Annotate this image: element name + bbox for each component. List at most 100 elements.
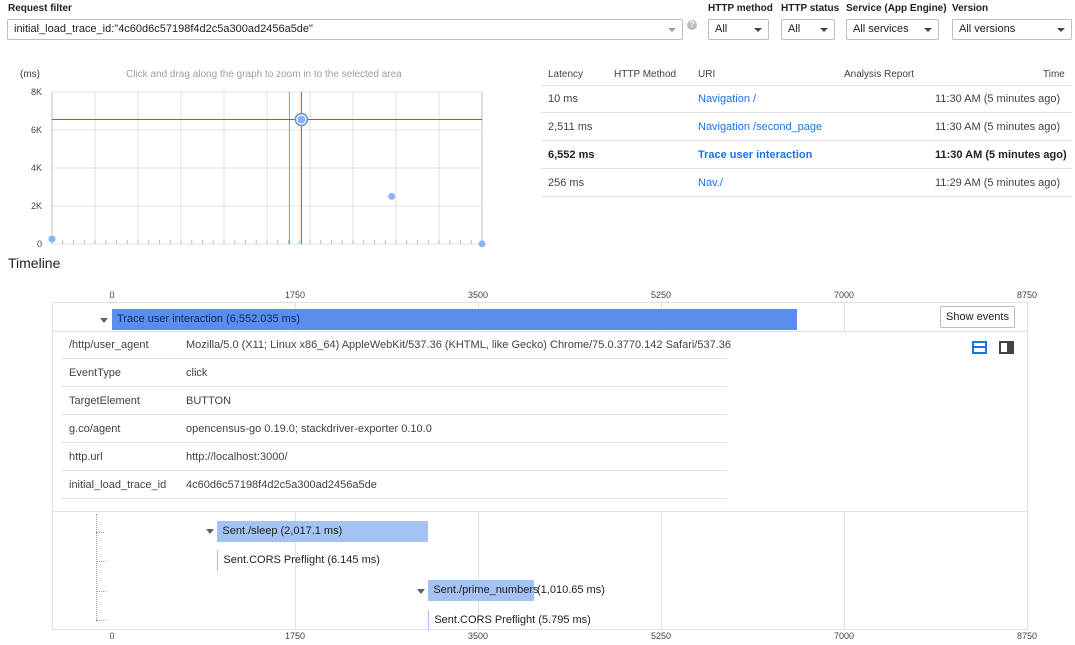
span-sent-prime-numbers[interactable]: Sent./prime_numbers — [428, 580, 539, 601]
span-sent-sleep[interactable]: Sent./sleep (2,017.1 ms) — [217, 521, 429, 542]
timeline-tick-label: 3500 — [467, 631, 489, 641]
timeline-tick-label: 8750 — [1016, 290, 1038, 300]
span-label: Sent.CORS Preflight (5.795 ms) — [434, 614, 591, 626]
timeline-tick-label: 1750 — [284, 631, 306, 641]
latency-cell: 2,511 ms — [548, 121, 593, 133]
attribute-key: g.co/agent — [69, 423, 121, 435]
timeline-axis-line — [52, 302, 1027, 303]
data-point[interactable] — [388, 192, 396, 200]
chevron-down-icon — [1057, 28, 1065, 32]
attribute-row: TargetElement BUTTON — [61, 387, 727, 415]
chevron-down-icon — [820, 28, 828, 32]
uri-link[interactable]: Navigation /second_page — [698, 121, 822, 133]
span-sent-cors-preflight-2[interactable]: Sent.CORS Preflight (5.795 ms) — [428, 610, 591, 631]
timeline-tick-label: 0 — [109, 290, 115, 300]
service-value: All services — [853, 23, 909, 35]
attribute-key: /http/user_agent — [69, 339, 149, 351]
span-label: Sent./sleep (2,017.1 ms) — [222, 525, 343, 537]
latency-header[interactable]: Latency — [548, 69, 583, 80]
latency-scatter-chart[interactable]: 8K 6K 4K 2K 0 — [0, 80, 500, 255]
y-tick-label: 6K — [31, 125, 42, 135]
latency-cell: 6,552 ms — [548, 149, 595, 161]
y-tick-label: 8K — [31, 87, 42, 97]
tree-connector — [96, 514, 97, 620]
analysis-header[interactable]: Analysis Report — [844, 69, 914, 80]
timeline-tick-label: 8750 — [1016, 631, 1038, 641]
attribute-row: g.co/agent opencensus-go 0.19.0; stackdr… — [61, 415, 727, 443]
version-label: Version — [952, 3, 989, 14]
request-filter-value: initial_load_trace_id:"4c60d6c57198f4d2c… — [14, 23, 313, 35]
tree-connector — [96, 620, 106, 621]
attribute-key: EventType — [69, 367, 121, 379]
span-label: Sent.CORS Preflight (6.145 ms) — [223, 554, 380, 566]
tree-connector — [96, 532, 104, 533]
help-icon[interactable]: ? — [687, 20, 697, 30]
http-method-select[interactable]: All — [708, 19, 769, 40]
y-tick-label: 0 — [37, 239, 42, 249]
data-point-selected[interactable] — [297, 115, 306, 124]
chevron-down-icon — [668, 28, 676, 32]
table-row[interactable]: 2,511 ms Navigation /second_page 11:30 A… — [541, 113, 1072, 141]
attribute-key: TargetElement — [69, 395, 140, 407]
http-status-value: All — [788, 23, 801, 35]
time-cell: 11:30 AM (5 minutes ago) — [935, 149, 1067, 161]
time-cell: 11:29 AM (5 minutes ago) — [935, 177, 1061, 189]
attribute-key: initial_load_trace_id — [69, 479, 167, 491]
time-cell: 11:30 AM (5 minutes ago) — [935, 121, 1061, 133]
http-method-label: HTTP method — [708, 3, 773, 14]
attribute-row: initial_load_trace_id 4c60d6c57198f4d2c5… — [61, 471, 727, 499]
latency-cell: 10 ms — [548, 93, 578, 105]
data-point[interactable] — [48, 235, 56, 243]
request-filter-input[interactable]: initial_load_trace_id:"4c60d6c57198f4d2c… — [7, 19, 683, 40]
table-row-selected[interactable]: 6,552 ms Trace user interaction 11:30 AM… — [541, 141, 1072, 169]
timeline-tick-label: 7000 — [833, 290, 855, 300]
table-row[interactable]: 10 ms Navigation / 11:30 AM (5 minutes a… — [541, 85, 1072, 113]
latency-cell: 256 ms — [548, 177, 585, 189]
collapse-triangle-icon[interactable] — [100, 318, 108, 323]
http-method-header[interactable]: HTTP Method — [614, 69, 676, 80]
timeline-tick-label: 0 — [109, 631, 115, 641]
http-status-select[interactable]: All — [781, 19, 835, 40]
time-header[interactable]: Time — [1043, 69, 1065, 80]
tree-connector — [96, 591, 106, 592]
attribute-value: Mozilla/5.0 (X11; Linux x86_64) AppleWeb… — [186, 339, 732, 351]
show-events-button[interactable]: Show events — [940, 306, 1015, 328]
uri-link[interactable]: Nav./ — [698, 177, 723, 189]
chart-hint: Click and drag along the graph to zoom i… — [126, 69, 402, 80]
timeline-tick-label: 7000 — [833, 631, 855, 641]
span-label: Trace user interaction (6,552.035 ms) — [117, 313, 301, 325]
attribute-value: http://localhost:3000/ — [186, 451, 288, 463]
vertical-layout-icon[interactable] — [999, 341, 1014, 354]
uri-header[interactable]: URI — [698, 69, 715, 80]
horizontal-layout-icon[interactable] — [972, 341, 987, 354]
service-label: Service (App Engine) — [846, 3, 947, 14]
http-status-label: HTTP status — [781, 3, 840, 14]
span-label: Sent./prime_numbers — [433, 584, 539, 596]
timeline-title: Timeline — [8, 255, 61, 271]
span-duration-label: (1,010.65 ms) — [537, 584, 605, 596]
uri-link[interactable]: Trace user interaction — [698, 149, 812, 161]
span-trace-user-interaction[interactable]: Trace user interaction (6,552.035 ms) — [112, 309, 798, 330]
chart-unit-label: (ms) — [20, 69, 40, 80]
attribute-row: http.url http://localhost:3000/ — [61, 443, 727, 471]
table-row[interactable]: 256 ms Nav./ 11:29 AM (5 minutes ago) — [541, 169, 1072, 197]
span-sent-cors-preflight[interactable]: Sent.CORS Preflight (6.145 ms) — [217, 550, 380, 571]
data-point[interactable] — [478, 240, 486, 248]
attribute-value: opencensus-go 0.19.0; stackdriver-export… — [186, 423, 432, 435]
collapse-triangle-icon[interactable] — [206, 529, 214, 534]
attribute-value: 4c60d6c57198f4d2c5a300ad2456a5de — [186, 479, 377, 491]
attribute-row: EventType click — [61, 359, 727, 387]
service-select[interactable]: All services — [846, 19, 939, 40]
attribute-value: click — [186, 367, 208, 379]
version-select[interactable]: All versions — [952, 19, 1072, 40]
tree-connector — [96, 561, 106, 562]
chevron-down-icon — [924, 28, 932, 32]
http-method-value: All — [715, 23, 728, 35]
uri-link[interactable]: Navigation / — [698, 93, 756, 105]
timeline-tick-label: 5250 — [650, 631, 672, 641]
collapse-triangle-icon[interactable] — [417, 589, 425, 594]
timeline-tick-label: 3500 — [467, 290, 489, 300]
request-filter-label: Request filter — [8, 3, 72, 14]
attribute-row: /http/user_agent Mozilla/5.0 (X11; Linux… — [61, 331, 731, 359]
y-tick-label: 4K — [31, 163, 42, 173]
